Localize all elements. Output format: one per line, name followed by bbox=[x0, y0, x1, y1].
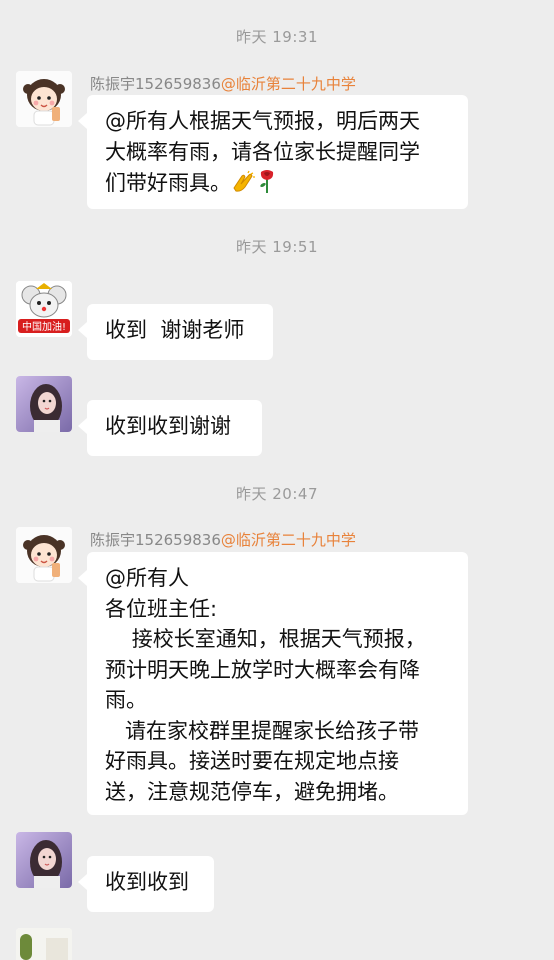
sender-name: 陈振宇152659836@临沂第二十九中学 bbox=[90, 73, 356, 94]
timestamp: 昨天 19:51 bbox=[236, 238, 318, 256]
sender-org-mention: @临沂第二十九中学 bbox=[220, 531, 356, 549]
message-line: 送，注意规范停车，避免拥堵。 bbox=[105, 779, 399, 804]
sender-name-text: 陈振宇152659836 bbox=[90, 531, 221, 549]
message-line: @所有人根据天气预报，明后两天 bbox=[105, 109, 420, 133]
message-text: 收到 谢谢老师 bbox=[105, 318, 245, 342]
cactus-photo-icon bbox=[16, 928, 72, 960]
sender-name: 陈振宇152659836@临沂第二十九中学 bbox=[90, 529, 356, 550]
message-bubble[interactable]: 收到收到谢谢 bbox=[78, 400, 262, 456]
message-line: 好雨具。接送时要在规定地点接 bbox=[105, 749, 399, 773]
girl-cartoon-icon bbox=[16, 527, 72, 583]
avatar-badge-text: 中国加油! bbox=[22, 320, 66, 333]
message-bubble[interactable]: 收到收到 bbox=[78, 856, 214, 912]
avatar-girl-cartoon[interactable] bbox=[16, 527, 72, 583]
message-line: 们带好雨具。 bbox=[105, 168, 450, 199]
avatar-woman-photo[interactable] bbox=[16, 376, 72, 432]
sender-name-text: 陈振宇152659836 bbox=[90, 75, 221, 93]
mouse-cartoon-icon: 中国加油! bbox=[16, 281, 72, 337]
timestamp: 昨天 19:31 bbox=[236, 28, 318, 46]
avatar-girl-cartoon[interactable] bbox=[16, 71, 72, 127]
message-bubble[interactable]: 收到 谢谢老师 bbox=[78, 304, 273, 360]
timestamp: 昨天 20:47 bbox=[236, 485, 318, 503]
rose-icon bbox=[257, 170, 277, 195]
message-bubble[interactable]: @所有人根据天气预报，明后两天 大概率有雨，请各位家长提醒同学 们带好雨具。 bbox=[78, 95, 468, 209]
avatar-woman-photo[interactable] bbox=[16, 832, 72, 888]
message-line: 各位班主任: bbox=[105, 596, 218, 621]
sender-org-mention: @临沂第二十九中学 bbox=[220, 75, 356, 93]
woman-photo-icon bbox=[16, 376, 72, 432]
message-line: 雨。 bbox=[105, 688, 147, 712]
message-bubble[interactable]: @所有人 各位班主任: 接校长室通知，根据天气预报， 预计明天晚上放学时大概率会… bbox=[78, 552, 468, 815]
clapping-hands-icon bbox=[231, 170, 257, 195]
message-line: 大概率有雨，请各位家长提醒同学 bbox=[105, 140, 420, 164]
message-line: 请在家校群里提醒家长给孩子带 bbox=[105, 718, 420, 743]
avatar-partial[interactable] bbox=[16, 928, 72, 960]
message-line: 接校长室通知，根据天气预报， bbox=[105, 627, 426, 651]
message-line-text: 们带好雨具。 bbox=[105, 171, 231, 195]
message-text: 收到收到谢谢 bbox=[105, 414, 231, 438]
message-line: 预计明天晚上放学时大概率会有降 bbox=[105, 657, 420, 682]
girl-cartoon-icon bbox=[16, 71, 72, 127]
message-line: @所有人 bbox=[105, 566, 189, 590]
avatar-mouse-cartoon[interactable]: 中国加油! bbox=[16, 281, 72, 337]
message-text: 收到收到 bbox=[105, 870, 189, 894]
woman-photo-icon bbox=[16, 832, 72, 888]
